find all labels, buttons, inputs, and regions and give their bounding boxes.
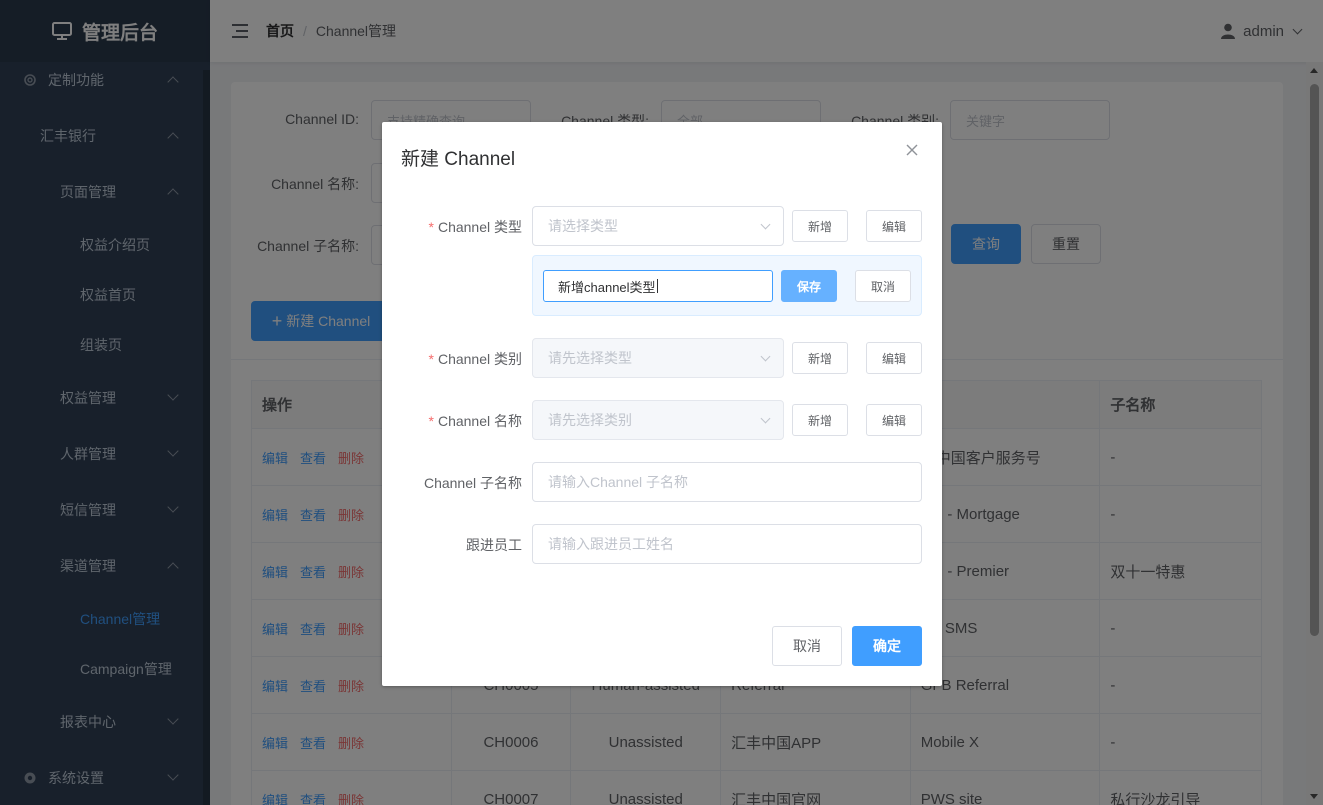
name-edit-button[interactable]: 编辑	[866, 404, 922, 436]
category-edit-button[interactable]: 编辑	[866, 342, 922, 374]
name-label: * Channel 名称	[382, 411, 523, 431]
required-mark: *	[428, 219, 434, 235]
staff-label: 跟进员工	[466, 537, 522, 553]
name-select-placeholder: 请先选择类别	[548, 412, 632, 428]
chevron-down-icon	[760, 413, 771, 424]
name-select[interactable]: 请先选择类别	[532, 400, 784, 440]
required-mark: *	[428, 413, 434, 429]
chevron-down-icon	[760, 219, 771, 230]
new-channel-dialog: 新建 Channel * Channel 类型 请选择类型 新增 编辑 新增cha…	[382, 122, 942, 686]
type-select[interactable]: 请选择类型	[532, 206, 784, 246]
inline-add-type-panel: 新增channel类型 保存 取消	[532, 255, 922, 316]
category-add-button[interactable]: 新增	[792, 342, 848, 374]
required-mark: *	[428, 351, 434, 367]
save-type-button[interactable]: 保存	[781, 270, 837, 302]
name-add-button[interactable]: 新增	[792, 404, 848, 436]
category-label: * Channel 类别	[382, 349, 523, 369]
staff-input[interactable]: 请输入跟进员工姓名	[532, 524, 922, 564]
category-select-placeholder: 请先选择类型	[548, 350, 632, 366]
type-label: * Channel 类型	[382, 217, 523, 237]
type-label-text: Channel 类型	[437, 219, 522, 235]
type-add-button[interactable]: 新增	[792, 210, 848, 242]
subname-input[interactable]: 请输入Channel 子名称	[532, 462, 922, 502]
type-edit-button[interactable]: 编辑	[866, 210, 922, 242]
chevron-down-icon	[760, 351, 771, 362]
new-type-input-value: 新增channel类型	[558, 279, 656, 295]
category-select[interactable]: 请先选择类型	[532, 338, 784, 378]
cancel-type-button[interactable]: 取消	[855, 270, 911, 302]
dialog-title: 新建 Channel	[401, 149, 516, 170]
type-select-placeholder: 请选择类型	[548, 218, 618, 234]
dialog-confirm-button[interactable]: 确定	[852, 626, 922, 666]
category-label-text: Channel 类别	[437, 351, 522, 367]
name-label-text: Channel 名称	[437, 413, 522, 429]
dialog-cancel-button[interactable]: 取消	[772, 626, 842, 666]
close-icon[interactable]	[904, 142, 920, 158]
new-type-input[interactable]: 新增channel类型	[543, 270, 773, 302]
subname-label: Channel 子名称	[423, 475, 522, 491]
